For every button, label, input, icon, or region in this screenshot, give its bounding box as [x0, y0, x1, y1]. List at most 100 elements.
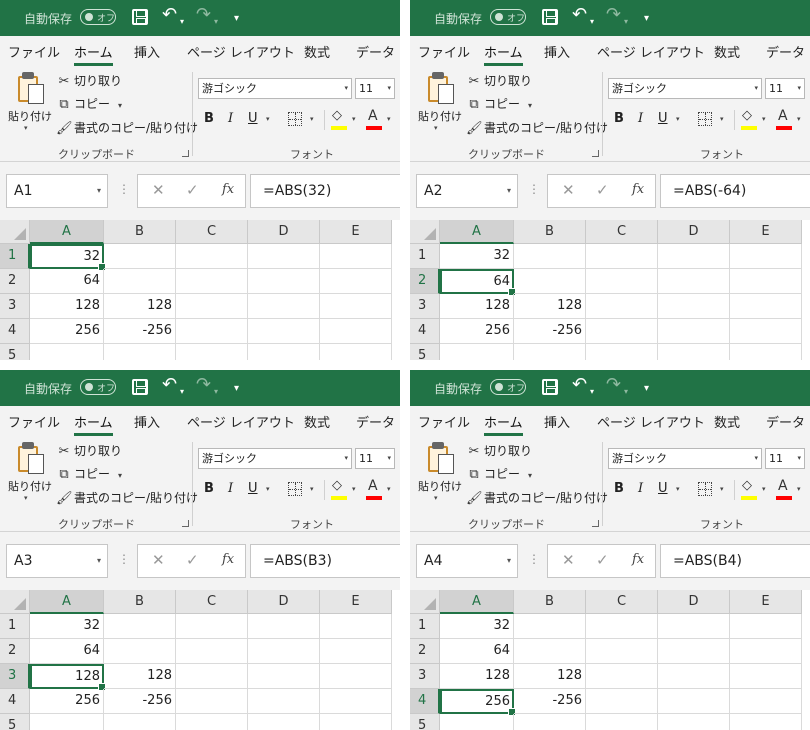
font-name-select[interactable]: 游ゴシック ▾: [608, 448, 762, 469]
tab-home[interactable]: ホーム: [74, 42, 113, 66]
customize-toolbar-icon[interactable]: ▾: [234, 380, 239, 398]
cell[interactable]: [104, 269, 176, 294]
redo-icon[interactable]: ↷: [196, 376, 211, 394]
font-size-select[interactable]: 11 ▾: [355, 448, 395, 469]
cell[interactable]: [730, 689, 802, 714]
cell[interactable]: [586, 614, 658, 639]
row-header[interactable]: 2: [410, 269, 440, 294]
save-icon[interactable]: [542, 9, 558, 25]
cell[interactable]: [586, 294, 658, 319]
row-header[interactable]: 5: [410, 714, 440, 730]
font-size-select[interactable]: 11 ▾: [765, 78, 805, 99]
paste-button[interactable]: 貼り付け: [418, 478, 462, 494]
cell[interactable]: [514, 244, 586, 269]
cell[interactable]: [320, 319, 392, 344]
format-painter-button[interactable]: 🖌書式のコピー/貼り付け: [466, 119, 608, 137]
cell[interactable]: [440, 344, 514, 360]
paste-icon[interactable]: [426, 442, 456, 476]
font-size-select[interactable]: 11 ▾: [765, 448, 805, 469]
cell[interactable]: [248, 344, 320, 360]
cell[interactable]: [586, 319, 658, 344]
cell[interactable]: 64: [30, 269, 104, 294]
column-header[interactable]: A: [440, 220, 514, 244]
cell[interactable]: [176, 714, 248, 730]
fill-color-dropdown-icon[interactable]: ▾: [762, 485, 766, 493]
redo-icon[interactable]: ↷: [196, 6, 211, 24]
cell[interactable]: 128: [104, 664, 176, 689]
customize-toolbar-icon[interactable]: ▾: [644, 380, 649, 398]
font-color-button[interactable]: A: [778, 108, 788, 124]
borders-dropdown-icon[interactable]: ▾: [720, 485, 724, 493]
cell[interactable]: -256: [104, 689, 176, 714]
cell[interactable]: 256: [30, 689, 104, 714]
borders-dropdown-icon[interactable]: ▾: [310, 485, 314, 493]
underline-dropdown-icon[interactable]: ▾: [266, 485, 270, 493]
cell[interactable]: -256: [104, 319, 176, 344]
underline-button[interactable]: U: [658, 110, 668, 128]
undo-icon[interactable]: ↶: [162, 6, 177, 24]
cell[interactable]: [586, 269, 658, 294]
column-header[interactable]: D: [248, 590, 320, 614]
cell[interactable]: [658, 639, 730, 664]
font-color-dropdown-icon[interactable]: ▾: [387, 485, 391, 493]
cell[interactable]: [586, 639, 658, 664]
cell[interactable]: [176, 689, 248, 714]
autosave-toggle[interactable]: オフ: [80, 9, 116, 25]
column-header[interactable]: D: [248, 220, 320, 244]
tab-data[interactable]: データ: [356, 412, 395, 431]
column-header[interactable]: E: [320, 590, 392, 614]
cell[interactable]: [176, 319, 248, 344]
fill-color-icon[interactable]: ◇: [332, 108, 342, 123]
cell[interactable]: [586, 344, 658, 360]
paste-button[interactable]: 貼り付け: [418, 108, 462, 124]
cell[interactable]: 128: [104, 294, 176, 319]
cancel-icon[interactable]: ✕: [152, 551, 165, 569]
cancel-icon[interactable]: ✕: [562, 181, 575, 199]
cell[interactable]: [320, 269, 392, 294]
font-name-select[interactable]: 游ゴシック ▾: [198, 78, 352, 99]
borders-icon[interactable]: [698, 112, 712, 126]
fill-color-dropdown-icon[interactable]: ▾: [352, 115, 356, 123]
column-header[interactable]: E: [730, 220, 802, 244]
cell[interactable]: [248, 714, 320, 730]
cell[interactable]: [320, 664, 392, 689]
cell[interactable]: 256: [440, 319, 514, 344]
cell[interactable]: [30, 714, 104, 730]
underline-dropdown-icon[interactable]: ▾: [676, 115, 680, 123]
cell[interactable]: [104, 639, 176, 664]
insert-function-icon[interactable]: fx: [222, 182, 234, 197]
column-header[interactable]: C: [176, 590, 248, 614]
column-header[interactable]: D: [658, 590, 730, 614]
underline-button[interactable]: U: [248, 110, 258, 128]
borders-icon[interactable]: [288, 112, 302, 126]
cell[interactable]: [658, 344, 730, 360]
row-header[interactable]: 4: [410, 689, 440, 714]
cell[interactable]: [248, 639, 320, 664]
column-header[interactable]: C: [176, 220, 248, 244]
undo-dropdown-icon[interactable]: ▾: [180, 13, 184, 31]
paste-dropdown-icon[interactable]: ▾: [434, 494, 438, 502]
paste-icon[interactable]: [16, 72, 46, 106]
tab-formulas[interactable]: 数式: [714, 412, 740, 431]
cell[interactable]: [514, 269, 586, 294]
insert-function-icon[interactable]: fx: [632, 182, 644, 197]
copy-dropdown-icon[interactable]: ▾: [528, 471, 532, 480]
enter-icon[interactable]: ✓: [186, 181, 199, 199]
insert-function-icon[interactable]: fx: [222, 552, 234, 567]
cell[interactable]: [658, 269, 730, 294]
row-header[interactable]: 5: [0, 714, 30, 730]
copy-dropdown-icon[interactable]: ▾: [118, 471, 122, 480]
paste-icon[interactable]: [16, 442, 46, 476]
column-header[interactable]: C: [586, 220, 658, 244]
italic-button[interactable]: I: [228, 110, 233, 128]
bold-button[interactable]: B: [614, 110, 624, 128]
tab-data[interactable]: データ: [356, 42, 395, 61]
tab-page-layout[interactable]: ページ レイアウト: [597, 42, 705, 61]
underline-dropdown-icon[interactable]: ▾: [266, 115, 270, 123]
copy-dropdown-icon[interactable]: ▾: [528, 101, 532, 110]
cell[interactable]: 32: [30, 614, 104, 639]
cell[interactable]: [730, 319, 802, 344]
cell[interactable]: [320, 689, 392, 714]
row-header[interactable]: 3: [0, 294, 30, 319]
cell[interactable]: 128: [514, 294, 586, 319]
